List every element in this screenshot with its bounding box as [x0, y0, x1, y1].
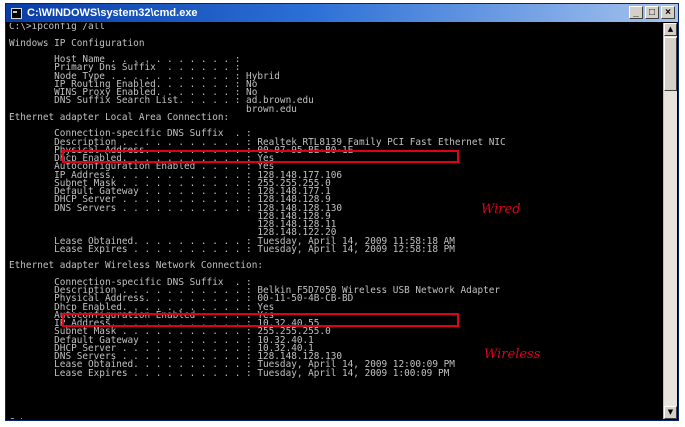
console-line: C:\>ipconfig /all — [9, 23, 105, 32]
wired-annotation: Wired — [481, 202, 521, 217]
vertical-scrollbar[interactable]: ▲ ▼ — [663, 23, 677, 419]
close-button[interactable]: × — [661, 6, 675, 19]
scroll-down-arrow-icon[interactable]: ▼ — [664, 406, 677, 419]
console-line: Ethernet adapter Local Area Connection: — [9, 111, 230, 123]
console-line: Ethernet adapter Wireless Network Connec… — [9, 260, 263, 272]
title-bar[interactable]: C:\WINDOWS\system32\cmd.exe _ □ × — [6, 4, 678, 22]
window-controls: _ □ × — [629, 6, 675, 19]
minimize-button[interactable]: _ — [629, 6, 643, 19]
console-line: Lease Expires . . . . . . . . . . : Tues… — [9, 243, 455, 255]
console-line: Windows IP Configuration — [9, 37, 145, 49]
wireless-mac-highlight — [62, 313, 459, 327]
console-line: Lease Expires . . . . . . . . . . : Tues… — [9, 367, 450, 379]
cmd-app-icon[interactable] — [11, 7, 22, 19]
console-output[interactable]: C:\>ipconfig /all Windows IP Configuratio… — [9, 23, 657, 419]
window-title: C:\WINDOWS\system32\cmd.exe — [27, 7, 198, 19]
scroll-thumb[interactable] — [664, 37, 677, 91]
wired-mac-highlight — [62, 150, 459, 163]
maximize-button[interactable]: □ — [645, 6, 659, 19]
scroll-up-arrow-icon[interactable]: ▲ — [664, 23, 677, 36]
wireless-annotation: Wireless — [484, 347, 541, 362]
cmd-window: C:\WINDOWS\system32\cmd.exe _ □ × C:\>ip… — [5, 3, 679, 421]
